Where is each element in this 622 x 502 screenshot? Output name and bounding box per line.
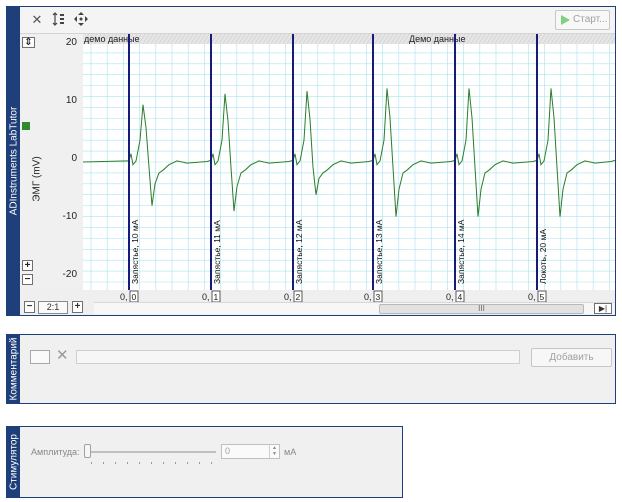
chart-panel: ADInstruments LabTutor ✕ Старт... ⇕ 20 1…	[6, 6, 618, 316]
comment-marker-label: Локоть, 20 мА	[538, 229, 548, 284]
channel-label-text: ЭМГ (mV)	[31, 156, 43, 202]
amplitude-label: Амплитуда:	[31, 447, 80, 457]
comment-input[interactable]	[76, 350, 520, 364]
y-tick-label: -10	[62, 211, 77, 222]
clear-comment-icon[interactable]: ✕	[56, 348, 70, 364]
vendor-title: ADInstruments LabTutor	[8, 106, 19, 216]
comment-marker-label: Запястье, 13 мА	[374, 219, 384, 284]
scroll-thumb[interactable]: III	[379, 304, 584, 314]
slider-tick	[187, 462, 188, 464]
comment-band: Комментарий	[7, 335, 20, 403]
slider-tick	[151, 462, 152, 464]
time-tick-label: 0,	[364, 292, 372, 302]
block-number: 1	[214, 292, 219, 302]
slider-tick	[115, 462, 116, 464]
y-tick-label: 10	[65, 95, 77, 106]
slider-ticks	[91, 462, 212, 464]
comment-marker-label: Запястье, 12 мА	[294, 219, 304, 284]
emg-plot: демо данные Демо данные Запястье, 10 мА Зап…	[82, 33, 618, 290]
y-tick-label: -20	[62, 269, 77, 280]
demo-label: демо данные	[84, 34, 140, 44]
add-comment-button[interactable]: Добавить	[531, 348, 612, 367]
stimulator-panel-title: Стимулятор	[8, 434, 19, 490]
demo-header-strip	[83, 34, 615, 44]
slider-tick	[211, 462, 212, 464]
vendor-band: ADInstruments LabTutor	[7, 7, 20, 315]
time-zoom-out-button[interactable]: −	[24, 301, 35, 313]
amplitude-unit: мА	[284, 447, 297, 457]
comment-panel: Комментарий ✕ Добавить	[6, 334, 616, 404]
demo-label: Демо данные	[409, 34, 465, 44]
close-icon[interactable]: ✕	[28, 11, 46, 29]
horizontal-scrollbar[interactable]: III ▶|	[94, 302, 614, 314]
slider-tick	[175, 462, 176, 464]
time-zoom-in-button[interactable]: +	[72, 301, 83, 313]
comment-marker-label: Запястье, 14 мА	[456, 219, 466, 284]
block-number: 3	[376, 292, 381, 302]
y-tick-label: 20	[65, 37, 77, 48]
block-number: 4	[458, 292, 463, 302]
amplitude-value: 0	[225, 446, 231, 456]
time-axis-area: 0, 0 0, 1 0, 2 0, 3 0, 4 0, 5 − 2:1 + III ▶|	[20, 290, 615, 315]
start-button[interactable]: Старт...	[555, 10, 610, 30]
block-number: 0	[132, 292, 137, 302]
amplitude-slider-track[interactable]	[90, 451, 216, 453]
slider-tick	[127, 462, 128, 464]
time-tick-label: 0,	[120, 292, 128, 302]
time-tick-label: 0,	[446, 292, 454, 302]
block-number: 2	[296, 292, 301, 302]
amplitude-slider-thumb[interactable]	[84, 444, 91, 458]
comment-panel-title: Комментарий	[8, 337, 19, 401]
slider-tick	[91, 462, 92, 464]
zoom-ratio-button[interactable]: 2:1	[38, 301, 68, 314]
stimulator-panel: Стимулятор Амплитуда: 0 ▲ ▼ мА	[6, 426, 403, 498]
autoscale-channel-button[interactable]: ⇕	[22, 37, 35, 48]
comment-marker-label: Запястье, 10 мА	[130, 219, 140, 284]
plot-area[interactable]: демо данные Демо данные Запястье, 10 мА Зап…	[82, 33, 618, 290]
comment-marker-label: Запястье, 11 мА	[212, 220, 222, 284]
y-zoom-in-button[interactable]: +	[22, 260, 33, 271]
comment-color-box[interactable]	[30, 350, 50, 364]
play-icon	[561, 15, 570, 25]
autoscale-icon[interactable]	[50, 11, 68, 29]
slider-tick	[139, 462, 140, 464]
move-icon[interactable]	[72, 11, 90, 29]
time-axis: 0, 0 0, 1 0, 2 0, 3 0, 4 0, 5	[120, 290, 547, 302]
channel-color-swatch	[22, 122, 30, 130]
stimulator-band: Стимулятор	[7, 427, 20, 497]
time-tick-label: 0,	[528, 292, 536, 302]
spin-arrows-icon[interactable]: ▲ ▼	[269, 445, 279, 458]
block-number: 5	[540, 292, 545, 302]
chart-toolbar: ✕ Старт...	[20, 7, 615, 34]
time-tick-label: 0,	[202, 292, 210, 302]
slider-tick	[163, 462, 164, 464]
scroll-to-end-button[interactable]: ▶|	[594, 303, 612, 314]
start-label: Старт...	[573, 14, 608, 25]
slider-tick	[199, 462, 200, 464]
y-axis-area: ⇕ 20 10 0 -10 -20 ЭМГ (mV) + −	[20, 34, 83, 290]
slider-tick	[103, 462, 104, 464]
y-zoom-out-button[interactable]: −	[22, 274, 33, 285]
amplitude-input[interactable]: 0 ▲ ▼	[221, 444, 280, 459]
channel-label: ЭМГ (mV)	[30, 129, 44, 229]
y-tick-label: 0	[71, 153, 77, 164]
time-tick-label: 0,	[284, 292, 292, 302]
